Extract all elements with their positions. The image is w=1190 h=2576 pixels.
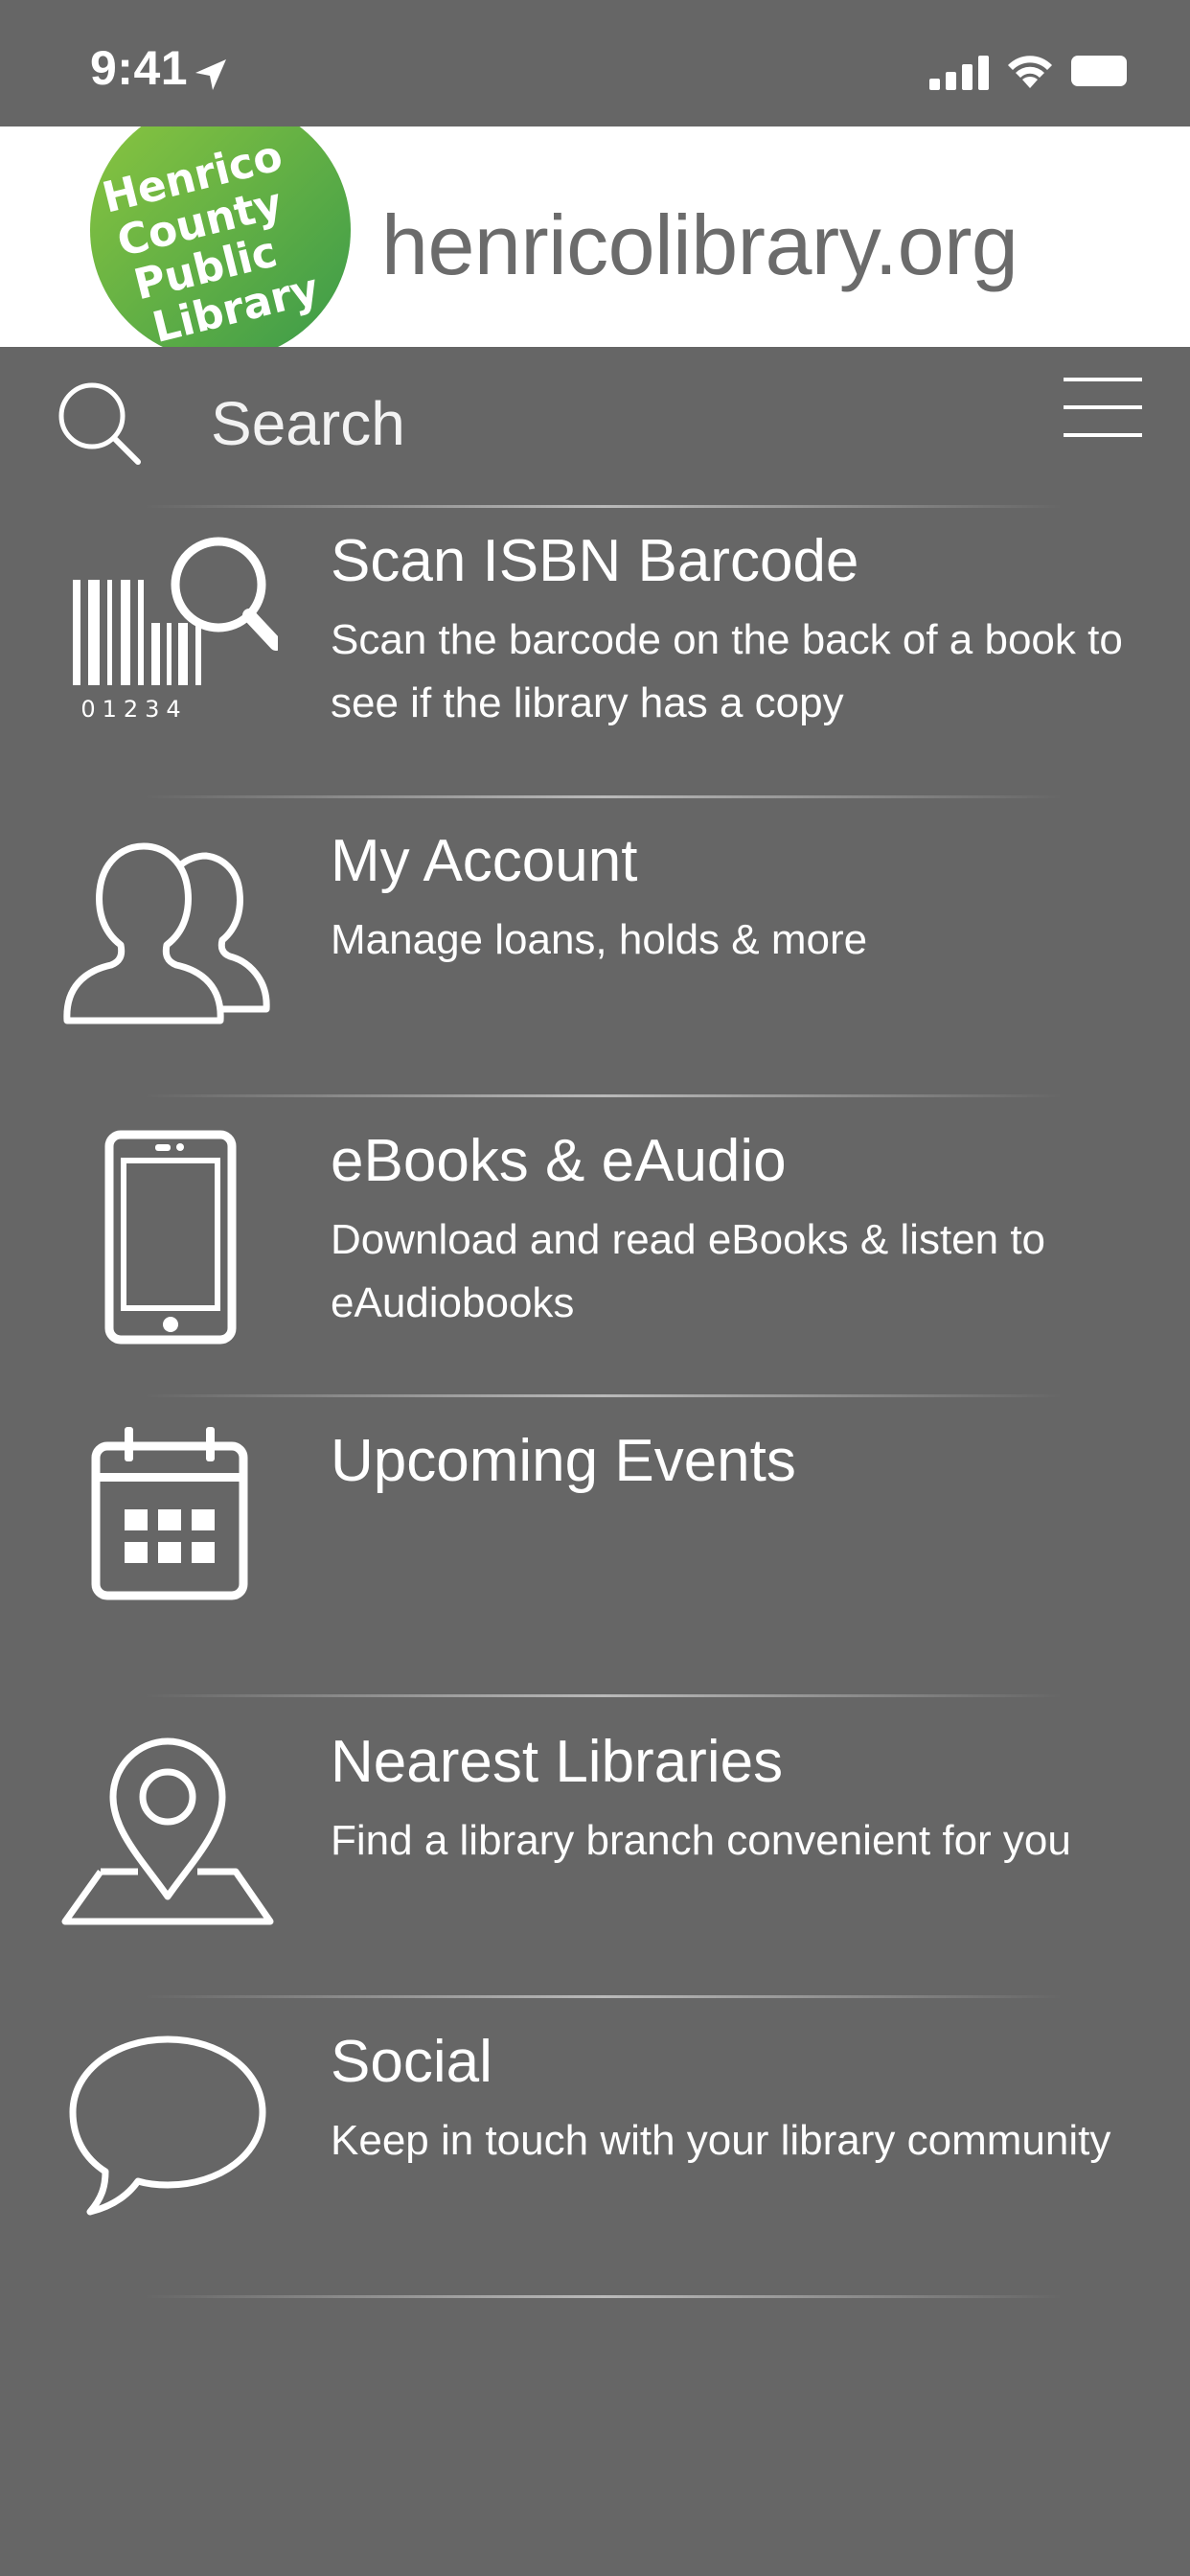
menu-item-title: Upcoming Events bbox=[331, 1428, 796, 1494]
library-logo[interactable]: Henrico County Public Library bbox=[90, 126, 351, 347]
wifi-icon bbox=[1008, 56, 1052, 88]
phone-icon bbox=[104, 1130, 237, 1345]
menu-item-title: Scan ISBN Barcode bbox=[331, 528, 859, 594]
map-pin-icon bbox=[61, 1737, 274, 1925]
header-banner: Henrico County Public Library henricolib… bbox=[0, 126, 1190, 347]
divider bbox=[144, 795, 1064, 798]
menu-item-description: Scan the barcode on the back of a book t… bbox=[331, 616, 1123, 726]
users-icon bbox=[63, 842, 270, 1024]
menu-item-description: Keep in touch with your library communit… bbox=[331, 2117, 1111, 2164]
divider bbox=[144, 1995, 1064, 1998]
divider bbox=[144, 1394, 1064, 1397]
menu-item-description: Find a library branch convenient for you bbox=[331, 1817, 1071, 1864]
menu-item-social[interactable]: Social Keep in touch with your library c… bbox=[0, 2009, 1190, 2308]
site-url[interactable]: henricolibrary.org bbox=[381, 203, 1018, 288]
hamburger-menu-icon[interactable] bbox=[1064, 374, 1142, 441]
menu-item-nearest-libraries[interactable]: Nearest Libraries Find a library branch … bbox=[0, 1709, 1190, 2008]
menu-item-title: Social bbox=[331, 2029, 492, 2095]
search-bar bbox=[0, 347, 1190, 505]
app-screen: 9:41 Henrico County Public Library henri… bbox=[0, 0, 1190, 2576]
menu-item-my-account[interactable]: My Account Manage loans, holds & more bbox=[0, 808, 1190, 1107]
menu-item-ebooks[interactable]: eBooks & eAudio Download and read eBooks… bbox=[0, 1108, 1190, 1407]
divider bbox=[144, 2295, 1064, 2298]
menu-item-title: eBooks & eAudio bbox=[331, 1128, 787, 1194]
status-bar: 9:41 bbox=[0, 0, 1190, 126]
menu-item-description: Manage loans, holds & more bbox=[331, 916, 868, 963]
menu-item-description: Download and read eBooks & listen to eAu… bbox=[331, 1216, 1046, 1326]
menu-item-title: Nearest Libraries bbox=[331, 1729, 784, 1795]
menu-item-events[interactable]: Upcoming Events bbox=[0, 1408, 1190, 1707]
location-arrow-icon bbox=[195, 59, 226, 90]
barcode-scan-icon: 01234 bbox=[73, 537, 278, 723]
battery-icon bbox=[1071, 56, 1127, 86]
menu-item-title: My Account bbox=[331, 828, 638, 894]
divider bbox=[144, 1094, 1064, 1097]
divider bbox=[144, 1694, 1064, 1697]
menu-item-scan-isbn[interactable]: 01234 Scan ISBN Barcode Scan the barcode… bbox=[0, 508, 1190, 807]
calendar-icon bbox=[91, 1427, 248, 1600]
search-icon[interactable] bbox=[54, 378, 146, 470]
chat-bubble-icon bbox=[69, 2036, 266, 2216]
barcode-digits: 01234 bbox=[80, 696, 187, 723]
signal-icon bbox=[929, 56, 989, 90]
search-input[interactable] bbox=[211, 385, 977, 462]
status-time: 9:41 bbox=[90, 41, 189, 95]
